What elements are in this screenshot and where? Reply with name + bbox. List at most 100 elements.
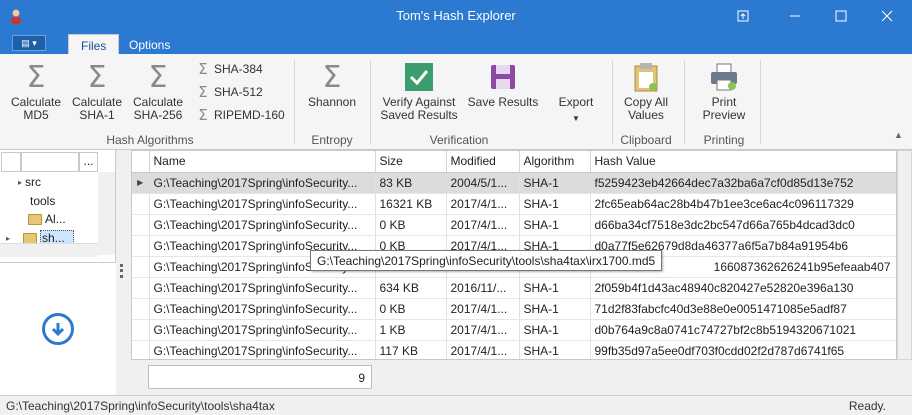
tree-header-cell [21,152,79,172]
group-label-clipboard: Clipboard [620,133,672,147]
sigma-icon: Σ [87,59,107,95]
close-icon[interactable] [864,0,910,32]
column-header-name[interactable]: Name [149,151,376,173]
ribbon-tab-row: ▤ ▾ Files Options [0,32,912,54]
cell-hash: d0b764a9c8a0741c74727bf2c8b5194320671021 [590,319,896,341]
app-menu-button[interactable]: ▤ ▾ [12,35,46,51]
cell-name: G:\Teaching\2017Spring\infoSecurity... [149,172,376,194]
chevron-down-icon: ▼ [572,114,580,123]
column-header-hash-value[interactable]: Hash Value [590,151,896,173]
cell-hash: d66ba34cf7518e3dc2bc547d66a765b4dcad3dc0 [590,214,896,236]
ribbon-divider [370,60,371,144]
export-dropdown[interactable]: Export ▼ [550,58,602,125]
save-results-button[interactable]: Save Results [466,58,540,109]
cell-name: G:\Teaching\2017Spring\infoSecurity... [149,298,376,320]
table-row[interactable]: G:\Teaching\2017Spring\infoSecurity... 1… [132,193,896,215]
row-indicator [132,214,150,236]
status-path: G:\Teaching\2017Spring\infoSecurity\tool… [6,399,275,413]
row-indicator [132,256,150,278]
calculate-md5-button[interactable]: Σ Calculate MD5 [8,58,64,122]
table-row[interactable]: G:\Teaching\2017Spring\infoSecurity... 0… [132,298,896,320]
sigma-icon: Σ [198,60,208,78]
cell-modified: 2017/4/1... [446,319,520,341]
title-bar: Tom's Hash Explorer [0,0,912,32]
cell-size: 1 KB [375,319,447,341]
tab-files[interactable]: Files [68,34,120,54]
tab-options[interactable]: Options [117,34,182,54]
table-row[interactable]: G:\Teaching\2017Spring\infoSecurity... 1… [132,319,896,341]
copy-all-values-button[interactable]: Copy All Values [618,58,674,122]
grid-vertical-scrollbar[interactable] [897,150,912,360]
cell-algorithm: SHA-1 [519,340,591,359]
group-label-hash-algorithms: Hash Algorithms [106,133,194,147]
table-row[interactable]: ▶ G:\Teaching\2017Spring\infoSecurity...… [132,172,896,194]
calculate-sha1-button[interactable]: Σ Calculate SHA-1 [69,58,125,122]
minimize-icon[interactable] [772,0,818,32]
row-indicator [132,277,150,299]
cell-modified: 2017/4/1... [446,214,520,236]
restore-icon[interactable] [720,0,766,32]
cell-modified: 2004/5/1... [446,172,520,194]
sigma-icon: Σ [322,59,342,95]
ribbon-divider [760,60,761,144]
cell-hash: 71d2f83fabcfc40d3e88e0e0051471085e5adf87 [590,298,896,320]
shannon-button[interactable]: Σ Shannon [303,58,361,109]
cell-name: G:\Teaching\2017Spring\infoSecurity... [149,214,376,236]
collapse-ribbon-icon[interactable]: ▲ [894,130,903,140]
checkmark-icon [376,58,462,96]
cell-algorithm: SHA-1 [519,172,591,194]
ribbon: Σ Calculate MD5 Σ Calculate SHA-1 Σ Calc… [0,54,912,150]
navigation-panel [0,262,116,395]
cell-modified: 2017/4/1... [446,340,520,359]
maximize-icon[interactable] [818,0,864,32]
cell-modified: 2017/4/1... [446,298,520,320]
column-header-modified[interactable]: Modified [446,151,520,173]
table-row[interactable]: G:\Teaching\2017Spring\infoSecurity... 1… [132,340,896,359]
sigma-icon: Σ [198,83,208,101]
column-header-indicator [132,151,150,173]
arrow-down-circle-icon[interactable] [42,313,74,345]
table-row[interactable]: G:\Teaching\2017Spring\infoSecurity... 6… [132,277,896,299]
clipboard-icon [618,58,674,96]
splitter-grip-icon[interactable] [120,264,123,278]
tree-horizontal-scrollbar[interactable] [0,243,98,257]
cell-algorithm: SHA-1 [519,277,591,299]
cell-hash: f5259423eb42664dec7a32ba6a7cf0d85d13e752 [590,172,896,194]
tree-vertical-scrollbar[interactable] [98,172,115,255]
cell-name: G:\Teaching\2017Spring\infoSecurity... [149,277,376,299]
calculate-sha256-button[interactable]: Σ Calculate SHA-256 [130,58,186,122]
group-label-verification: Verification [429,133,489,147]
sigma-icon: Σ [26,59,46,95]
sigma-icon: Σ [198,106,208,124]
column-header-size[interactable]: Size [375,151,447,173]
ripemd160-button[interactable]: Σ RIPEMD-160 [196,106,284,124]
cell-modified: 2017/4/1... [446,193,520,215]
tree-item-tools[interactable]: tools [30,194,55,208]
tree-item-src[interactable]: ▸ src [18,175,41,189]
ribbon-divider [294,60,295,144]
column-header-algorithm[interactable]: Algorithm [519,151,591,173]
cell-modified: 2016/11/... [446,277,520,299]
cell-algorithm: SHA-1 [519,193,591,215]
chevron-right-icon: ▸ [18,177,23,187]
status-bar: G:\Teaching\2017Spring\infoSecurity\tool… [0,395,912,415]
sigma-icon: Σ [148,59,168,95]
row-indicator [132,193,150,215]
cell-algorithm: SHA-1 [519,214,591,236]
folder-icon [23,232,38,244]
tree-item-al[interactable]: Al... [28,212,66,226]
print-preview-button[interactable]: Print Preview [696,58,752,122]
table-row[interactable]: G:\Teaching\2017Spring\infoSecurity... 0… [132,214,896,236]
sha384-button[interactable]: Σ SHA-384 [196,60,262,78]
tree-options-button[interactable]: ... [79,152,98,172]
cell-size: 0 KB [375,298,447,320]
printer-icon [696,58,752,96]
chevron-right-icon: ▸ [6,233,11,243]
cell-name: G:\Teaching\2017Spring\infoSecurity... [149,319,376,341]
verify-against-saved-button[interactable]: Verify Against Saved Results [376,58,462,122]
sha512-button[interactable]: Σ SHA-512 [196,83,262,101]
cell-algorithm: SHA-1 [519,298,591,320]
cell-name: G:\Teaching\2017Spring\infoSecurity... [149,193,376,215]
cell-size: 634 KB [375,277,447,299]
cell-algorithm: SHA-1 [519,319,591,341]
